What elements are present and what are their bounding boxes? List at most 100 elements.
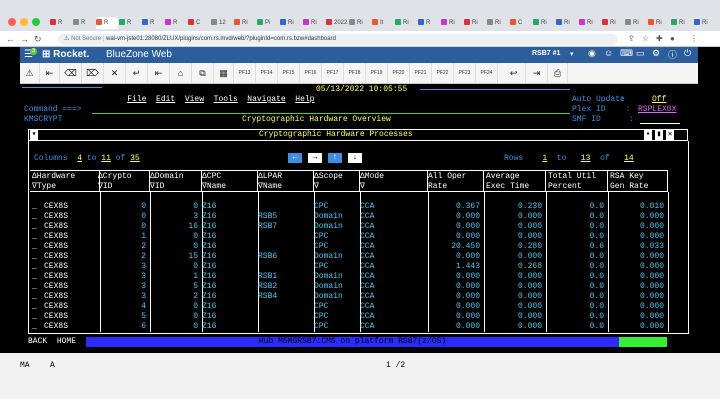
enter-icon[interactable]: ↵ (126, 63, 148, 83)
pf-key-pf23[interactable]: PF23 (454, 63, 476, 83)
pf-key-pf19[interactable]: PF19 (366, 63, 388, 83)
pf-key-pf18[interactable]: PF18 (344, 63, 366, 83)
browser-tab[interactable]: Ri (487, 17, 509, 29)
browser-tab[interactable]: R (142, 17, 164, 29)
extensions-icon[interactable]: ✚ (656, 34, 663, 43)
row-select-field[interactable]: _ (32, 272, 37, 282)
pf-key-pf21[interactable]: PF21 (410, 63, 432, 83)
browser-tab[interactable]: 2022 (326, 17, 348, 29)
row-select-field[interactable]: _ (32, 292, 37, 302)
browser-tab[interactable]: It (372, 17, 394, 29)
column-header[interactable]: All Oper Rate (426, 170, 484, 192)
row-select-field[interactable]: _ (32, 282, 37, 292)
browser-tab[interactable]: C (188, 17, 210, 29)
pf-key-pf16[interactable]: PF16 (300, 63, 322, 83)
home-icon[interactable]: ⌂ (170, 63, 192, 83)
gear-icon[interactable]: ⚙ (652, 48, 660, 59)
reset-icon[interactable]: ↩ (502, 63, 526, 83)
menu-help[interactable]: Help (295, 95, 314, 104)
row-select-field[interactable]: _ (32, 212, 37, 222)
row-select-field[interactable]: _ (32, 202, 37, 212)
pf-key-pf20[interactable]: PF20 (388, 63, 410, 83)
browser-tab[interactable]: Ri (533, 17, 555, 29)
window-menu-icon[interactable]: ▾ (30, 130, 38, 140)
share-icon[interactable]: ⇪ (628, 34, 635, 43)
row-select-field[interactable]: _ (32, 242, 37, 252)
row-select-field[interactable]: _ (32, 302, 37, 312)
back-key[interactable]: BACK (28, 337, 47, 346)
clear-icon[interactable]: ✕ (104, 63, 126, 83)
column-header[interactable]: Total Util Percent (546, 170, 608, 192)
column-header[interactable]: Average Exec Time (484, 170, 546, 192)
pf-key-pf24[interactable]: PF24 (476, 63, 498, 83)
pf-key-pf17[interactable]: PF17 (322, 63, 344, 83)
browser-tab[interactable]: Ri (648, 17, 670, 29)
scroll-left-button[interactable]: ← (288, 153, 302, 163)
pf-key-pf13[interactable]: PF13 (234, 63, 256, 83)
star-icon[interactable]: ☆ (642, 34, 649, 43)
terminal-screen[interactable]: File Edit View Tools Navigate Help 05/13… (20, 84, 698, 349)
browser-tab[interactable]: Ri (303, 17, 325, 29)
browser-tab[interactable]: Ri (579, 17, 601, 29)
plex-value[interactable]: RSPLEX0X (638, 105, 676, 115)
close-icon[interactable]: ✕ (666, 130, 674, 140)
column-header[interactable]: ΔLPAR ∇Name (256, 170, 314, 192)
pf-key-pf14[interactable]: PF14 (256, 63, 278, 83)
maximize-window-button[interactable] (32, 18, 40, 26)
attention-icon[interactable]: ⧉ (192, 63, 214, 83)
eye-icon[interactable]: ◉ (588, 48, 596, 59)
browser-tab[interactable]: Ri (464, 17, 486, 29)
column-header[interactable]: ΔHardware ∇Type (30, 170, 100, 192)
alert-icon[interactable]: ⚠ (20, 63, 40, 83)
home-cursor-icon[interactable]: ⇤ (40, 63, 60, 83)
column-header[interactable]: ΔMode ∇ (358, 170, 428, 192)
row-select-field[interactable]: _ (32, 232, 37, 242)
print-icon[interactable]: ⎙ (548, 63, 568, 83)
reload-icon[interactable]: ↻ (34, 33, 42, 45)
minimize-window-button[interactable] (20, 18, 28, 26)
browser-tab[interactable]: Pi (257, 17, 279, 29)
smf-input[interactable] (640, 123, 680, 124)
col-to-field[interactable]: 11 (101, 154, 111, 163)
column-header[interactable]: RSA Key Gen Rate (608, 170, 668, 192)
column-header[interactable]: ΔDomain ∇ID (148, 170, 202, 192)
sysreq-icon[interactable]: ▦ (214, 63, 234, 83)
column-header[interactable]: ΔCPC ∇Name (200, 170, 258, 192)
browser-tab[interactable]: R (418, 17, 440, 29)
browser-tab[interactable]: Ri (441, 17, 463, 29)
row-from-field[interactable]: 1 (542, 154, 547, 163)
menu-view[interactable]: View (185, 95, 204, 104)
home-key[interactable]: HOME (57, 337, 76, 346)
browser-tab[interactable]: Ri (671, 17, 693, 29)
browser-tab[interactable]: Ri (234, 17, 256, 29)
browser-tab[interactable]: R (96, 17, 118, 29)
erase-icon[interactable]: ⌦ (82, 63, 104, 83)
pf-key-pf15[interactable]: PF15 (278, 63, 300, 83)
browser-tab[interactable]: R (73, 17, 95, 29)
col-from-field[interactable]: 4 (77, 154, 82, 163)
browser-tab[interactable]: R (119, 17, 141, 29)
row-select-field[interactable]: _ (32, 322, 37, 332)
menu-tools[interactable]: Tools (214, 95, 238, 104)
back-arrow-icon[interactable]: ← (6, 33, 15, 45)
browser-tab[interactable]: Ri (625, 17, 647, 29)
session-dropdown-icon[interactable]: ▾ (570, 50, 574, 58)
delete-icon[interactable]: ⌫ (60, 63, 82, 83)
column-header[interactable]: ΔCrypto ∇ID (96, 170, 150, 192)
browser-tab[interactable]: R (50, 17, 72, 29)
row-select-field[interactable]: _ (32, 312, 37, 322)
power-icon[interactable]: ⏻ (684, 48, 691, 59)
profile-icon[interactable]: ● (670, 34, 675, 43)
browser-tab[interactable]: 12 (211, 17, 233, 29)
browser-tab[interactable]: Ri (349, 17, 371, 29)
row-select-field[interactable]: _ (32, 252, 37, 262)
close-window-button[interactable] (8, 18, 16, 26)
forward-arrow-icon[interactable]: → (20, 33, 29, 45)
command-input[interactable] (92, 113, 570, 114)
menu-file[interactable]: File (127, 95, 146, 104)
display-icon[interactable]: ▭ (636, 48, 645, 59)
url-field[interactable]: ⚠ Not Secure | wal-vm-jste01:28080/ZLUX/… (58, 34, 618, 45)
auto-update-value[interactable]: Off (652, 95, 666, 105)
maximize-icon[interactable]: ▮ (655, 130, 663, 140)
user-icon[interactable]: ☺ (604, 48, 613, 58)
